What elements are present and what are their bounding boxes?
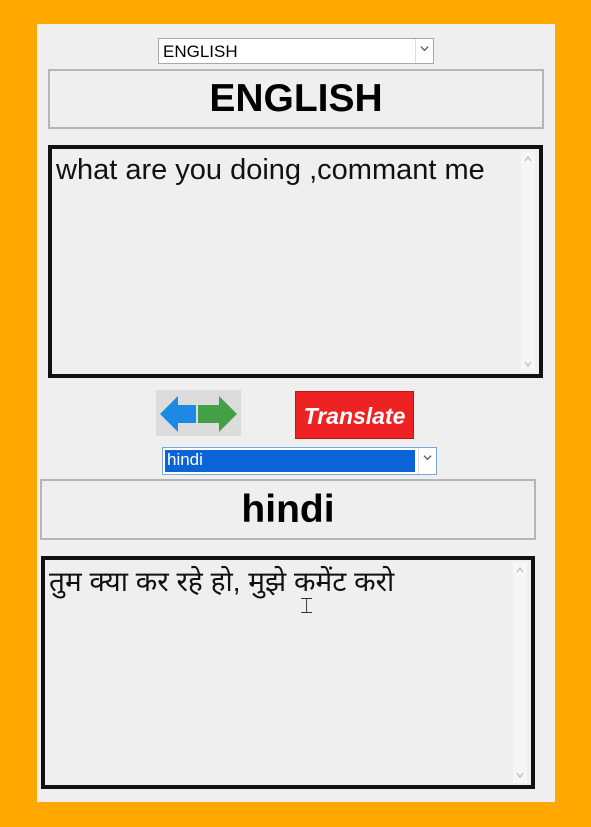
scroll-down-icon[interactable] <box>515 771 525 779</box>
source-text-area[interactable]: what are you doing ,commant me <box>48 145 543 378</box>
source-dropdown-button[interactable] <box>415 39 433 63</box>
swap-languages-button[interactable] <box>156 390 241 436</box>
source-language-label: ENGLISH <box>48 69 544 129</box>
target-text-area[interactable]: तुम क्या कर रहे हो, मुझे कमेंट करो <box>41 556 535 789</box>
swap-arrows-icon <box>160 396 237 432</box>
scroll-up-icon[interactable] <box>515 566 525 574</box>
target-scrollbar[interactable] <box>513 562 527 783</box>
source-scrollbar[interactable] <box>521 151 535 372</box>
target-text[interactable]: तुम क्या कर रहे हो, मुझे कमेंट करो <box>49 564 503 600</box>
chevron-down-icon <box>420 46 429 52</box>
target-language-select-value: hindi <box>165 450 415 472</box>
source-language-select[interactable]: ENGLISH <box>158 38 434 64</box>
source-language-select-value: ENGLISH <box>163 42 238 61</box>
scroll-up-icon[interactable] <box>523 155 533 163</box>
translator-window: ENGLISH ENGLISH what are you doing ,comm… <box>37 24 555 802</box>
chevron-down-icon <box>423 455 432 461</box>
source-text[interactable]: what are you doing ,commant me <box>56 153 511 187</box>
translate-button[interactable]: Translate <box>295 391 414 439</box>
scroll-down-icon[interactable] <box>523 360 533 368</box>
target-language-label: hindi <box>40 479 536 540</box>
text-cursor-icon: ⌶ <box>300 594 314 619</box>
target-dropdown-button[interactable] <box>418 448 436 474</box>
target-language-select[interactable]: hindi <box>162 447 437 475</box>
